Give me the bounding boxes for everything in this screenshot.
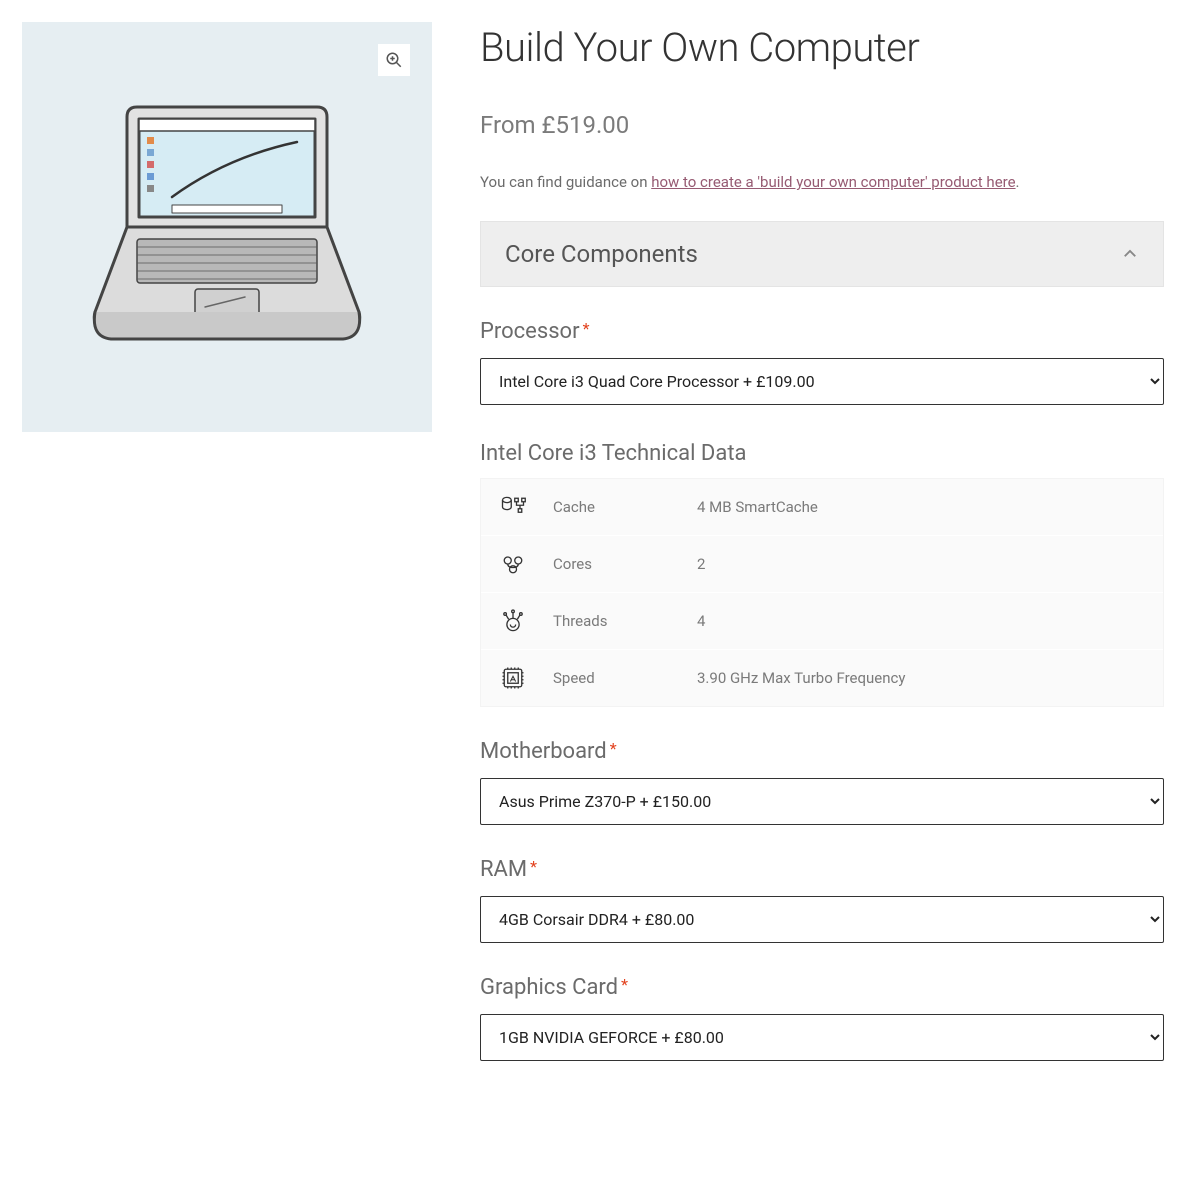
field-motherboard: Motherboard* Asus Prime Z370-P + £150.00 bbox=[480, 739, 1164, 825]
product-price: From £519.00 bbox=[480, 111, 1164, 139]
tech-val: 3.90 GHz Max Turbo Frequency bbox=[697, 669, 1147, 687]
cache-icon bbox=[497, 493, 529, 521]
processor-select[interactable]: Intel Core i3 Quad Core Processor + £109… bbox=[480, 358, 1164, 405]
price-prefix: From bbox=[480, 111, 542, 139]
product-title: Build Your Own Computer bbox=[480, 24, 1164, 71]
ram-label: RAM* bbox=[480, 857, 1164, 882]
motherboard-label-text: Motherboard bbox=[480, 739, 607, 764]
tech-key: Cores bbox=[553, 555, 673, 573]
tech-row-cache: Cache 4 MB SmartCache bbox=[481, 479, 1163, 535]
required-mark: * bbox=[610, 739, 617, 758]
processor-label-text: Processor bbox=[480, 319, 580, 344]
magnify-plus-icon bbox=[385, 51, 403, 69]
ram-label-text: RAM bbox=[480, 857, 527, 882]
threads-icon bbox=[497, 607, 529, 635]
accordion-core-components[interactable]: Core Components bbox=[480, 221, 1164, 287]
price-value: £519.00 bbox=[542, 111, 630, 139]
motherboard-label: Motherboard* bbox=[480, 739, 1164, 764]
tech-val: 4 MB SmartCache bbox=[697, 498, 1147, 516]
product-image bbox=[22, 22, 432, 432]
processor-label: Processor* bbox=[480, 319, 1164, 344]
speed-icon bbox=[497, 664, 529, 692]
tech-data-table: Cache 4 MB SmartCache Cores 2 Threads 4 bbox=[480, 478, 1164, 707]
guidance-text: You can find guidance on how to create a… bbox=[480, 173, 1164, 191]
tech-key: Speed bbox=[553, 669, 673, 687]
motherboard-select[interactable]: Asus Prime Z370-P + £150.00 bbox=[480, 778, 1164, 825]
graphics-label-text: Graphics Card bbox=[480, 975, 618, 1000]
cores-icon bbox=[497, 550, 529, 578]
graphics-label: Graphics Card* bbox=[480, 975, 1164, 1000]
tech-key: Threads bbox=[553, 612, 673, 630]
field-processor: Processor* Intel Core i3 Quad Core Proce… bbox=[480, 319, 1164, 405]
tech-row-speed: Speed 3.90 GHz Max Turbo Frequency bbox=[481, 649, 1163, 706]
required-mark: * bbox=[583, 319, 590, 338]
tech-row-cores: Cores 2 bbox=[481, 535, 1163, 592]
guidance-link[interactable]: how to create a 'build your own computer… bbox=[651, 173, 1015, 191]
accordion-title: Core Components bbox=[505, 240, 698, 268]
required-mark: * bbox=[621, 975, 628, 994]
tech-val: 2 bbox=[697, 555, 1147, 573]
laptop-illustration bbox=[77, 97, 377, 357]
tech-row-threads: Threads 4 bbox=[481, 592, 1163, 649]
field-graphics: Graphics Card* 1GB NVIDIA GEFORCE + £80.… bbox=[480, 975, 1164, 1061]
ram-select[interactable]: 4GB Corsair DDR4 + £80.00 bbox=[480, 896, 1164, 943]
guidance-post: . bbox=[1016, 173, 1020, 191]
tech-key: Cache bbox=[553, 498, 673, 516]
tech-data-title: Intel Core i3 Technical Data bbox=[480, 441, 1164, 466]
tech-val: 4 bbox=[697, 612, 1147, 630]
guidance-pre: You can find guidance on bbox=[480, 173, 651, 191]
field-ram: RAM* 4GB Corsair DDR4 + £80.00 bbox=[480, 857, 1164, 943]
required-mark: * bbox=[530, 857, 537, 876]
zoom-button[interactable] bbox=[378, 44, 410, 76]
graphics-select[interactable]: 1GB NVIDIA GEFORCE + £80.00 bbox=[480, 1014, 1164, 1061]
chevron-up-icon bbox=[1121, 245, 1139, 263]
